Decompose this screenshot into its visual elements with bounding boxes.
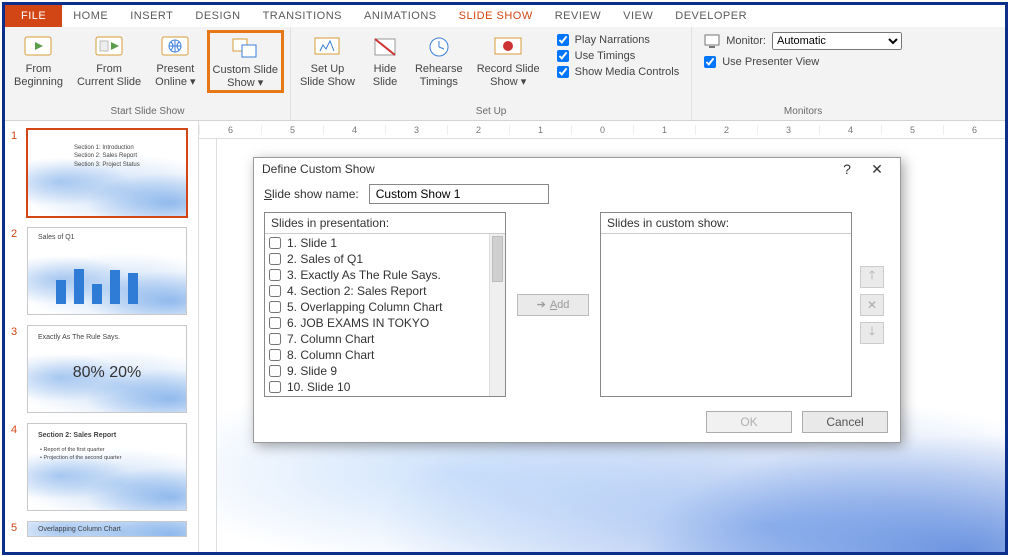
- tab-slideshow[interactable]: SLIDE SHOW: [448, 5, 544, 27]
- group-start-slideshow: From Beginning From Current Slide Presen…: [5, 27, 291, 120]
- globe-screen-icon: [159, 33, 191, 61]
- tab-insert[interactable]: INSERT: [119, 5, 184, 27]
- horizontal-ruler: 6543210123456: [199, 121, 1005, 139]
- setup-checkboxes: Play Narrations Use Timings Show Media C…: [551, 30, 686, 78]
- left-list-header: Slides in presentation:: [265, 213, 505, 234]
- add-arrow-icon: ➔: [537, 298, 546, 311]
- monitor-label: Monitor:: [726, 35, 766, 47]
- record-slideshow-button[interactable]: Record Slide Show ▾: [474, 30, 543, 91]
- group-label-monitors: Monitors: [698, 104, 908, 120]
- tab-view[interactable]: VIEW: [612, 5, 664, 27]
- play-screen-icon: [22, 33, 54, 61]
- tab-home[interactable]: HOME: [62, 5, 119, 27]
- from-beginning-button[interactable]: From Beginning: [11, 30, 66, 91]
- tab-file[interactable]: FILE: [5, 5, 62, 27]
- monitor-icon: [704, 34, 720, 48]
- cancel-button[interactable]: Cancel: [802, 411, 888, 433]
- set-up-slideshow-button[interactable]: Set Up Slide Show: [297, 30, 358, 91]
- ribbon-tabs: FILE HOME INSERT DESIGN TRANSITIONS ANIM…: [5, 5, 1005, 27]
- slideshow-name-label: Slide show name:: [264, 187, 359, 201]
- slide-thumbnail[interactable]: Section 2: Sales Report• Report of the f…: [27, 423, 187, 511]
- hide-slide-icon: [369, 33, 401, 61]
- tab-design[interactable]: DESIGN: [184, 5, 251, 27]
- slides-in-presentation-list: Slides in presentation: 1. Slide 1 2. Sal…: [264, 212, 506, 397]
- clock-icon: [423, 33, 455, 61]
- hide-slide-button[interactable]: Hide Slide: [366, 30, 404, 91]
- tab-review[interactable]: REVIEW: [544, 5, 612, 27]
- dialog-close-button[interactable]: ✕: [862, 158, 892, 180]
- vertical-ruler: [199, 139, 217, 552]
- setup-icon: [311, 33, 343, 61]
- presentation-slide-item[interactable]: 1. Slide 1: [269, 236, 501, 250]
- presentation-slide-item[interactable]: 8. Column Chart: [269, 348, 501, 362]
- record-icon: [492, 33, 524, 61]
- dialog-title: Define Custom Show: [262, 162, 832, 176]
- dialog-help-button[interactable]: ?: [832, 158, 862, 180]
- play-current-icon: [93, 33, 125, 61]
- custom-show-icon: [229, 34, 261, 62]
- move-up-button[interactable]: 🡑: [860, 266, 884, 288]
- rehearse-timings-button[interactable]: Rehearse Timings: [412, 30, 466, 91]
- group-label-start: Start Slide Show: [11, 104, 284, 120]
- app-window: FILE HOME INSERT DESIGN TRANSITIONS ANIM…: [2, 2, 1008, 555]
- monitor-select[interactable]: Automatic: [772, 32, 902, 50]
- from-current-slide-button[interactable]: From Current Slide: [74, 30, 144, 91]
- group-monitors: Monitor: Automatic Use Presenter View Mo…: [692, 27, 914, 120]
- tab-developer[interactable]: DEVELOPER: [664, 5, 758, 27]
- show-media-controls-check[interactable]: Show Media Controls: [557, 66, 680, 78]
- slide-thumbnails: 1Section 1: IntroductionSection 2: Sales…: [5, 121, 199, 552]
- presentation-slide-item[interactable]: 2. Sales of Q1: [269, 252, 501, 266]
- ok-button[interactable]: OK: [706, 411, 792, 433]
- scroll-thumb[interactable]: [492, 236, 503, 282]
- custom-slide-show-button[interactable]: Custom Slide Show ▾: [207, 30, 284, 93]
- slide-thumbnail[interactable]: Section 1: IntroductionSection 2: Sales …: [27, 129, 187, 217]
- slide-thumbnail[interactable]: Exactly As The Rule Says.80% 20%: [27, 325, 187, 413]
- remove-button[interactable]: ✕: [860, 294, 884, 316]
- tab-transitions[interactable]: TRANSITIONS: [252, 5, 353, 27]
- presentation-slide-item[interactable]: 9. Slide 9: [269, 364, 501, 378]
- slides-in-custom-show-list: Slides in custom show:: [600, 212, 852, 397]
- tab-animations[interactable]: ANIMATIONS: [353, 5, 448, 27]
- slideshow-name-input[interactable]: [369, 184, 549, 204]
- move-down-button[interactable]: 🡓: [860, 322, 884, 344]
- presentation-slide-item[interactable]: 3. Exactly As The Rule Says.: [269, 268, 501, 282]
- presentation-slide-item[interactable]: 6. JOB EXAMS IN TOKYO: [269, 316, 501, 330]
- ribbon: From Beginning From Current Slide Presen…: [5, 27, 1005, 121]
- group-label-setup: Set Up: [297, 104, 685, 120]
- presentation-slide-item[interactable]: 7. Column Chart: [269, 332, 501, 346]
- presentation-slide-item[interactable]: 5. Overlapping Column Chart: [269, 300, 501, 314]
- presentation-slide-item[interactable]: 10. Slide 10: [269, 380, 501, 394]
- define-custom-show-dialog: Define Custom Show ? ✕ Slide show name: …: [253, 157, 901, 443]
- right-list-header: Slides in custom show:: [601, 213, 851, 234]
- presenter-view-check[interactable]: Use Presenter View: [704, 56, 902, 68]
- present-online-button[interactable]: Present Online ▾: [152, 30, 198, 91]
- slide-thumbnail[interactable]: Overlapping Column Chart: [27, 521, 187, 537]
- add-button[interactable]: ➔AAdddd: [517, 294, 589, 316]
- play-narrations-check[interactable]: Play Narrations: [557, 34, 680, 46]
- slide-thumbnail[interactable]: Sales of Q1: [27, 227, 187, 315]
- scrollbar[interactable]: [489, 234, 505, 396]
- use-timings-check[interactable]: Use Timings: [557, 50, 680, 62]
- group-setup: Set Up Slide Show Hide Slide Rehearse Ti…: [291, 27, 692, 120]
- presentation-slide-item[interactable]: 4. Section 2: Sales Report: [269, 284, 501, 298]
